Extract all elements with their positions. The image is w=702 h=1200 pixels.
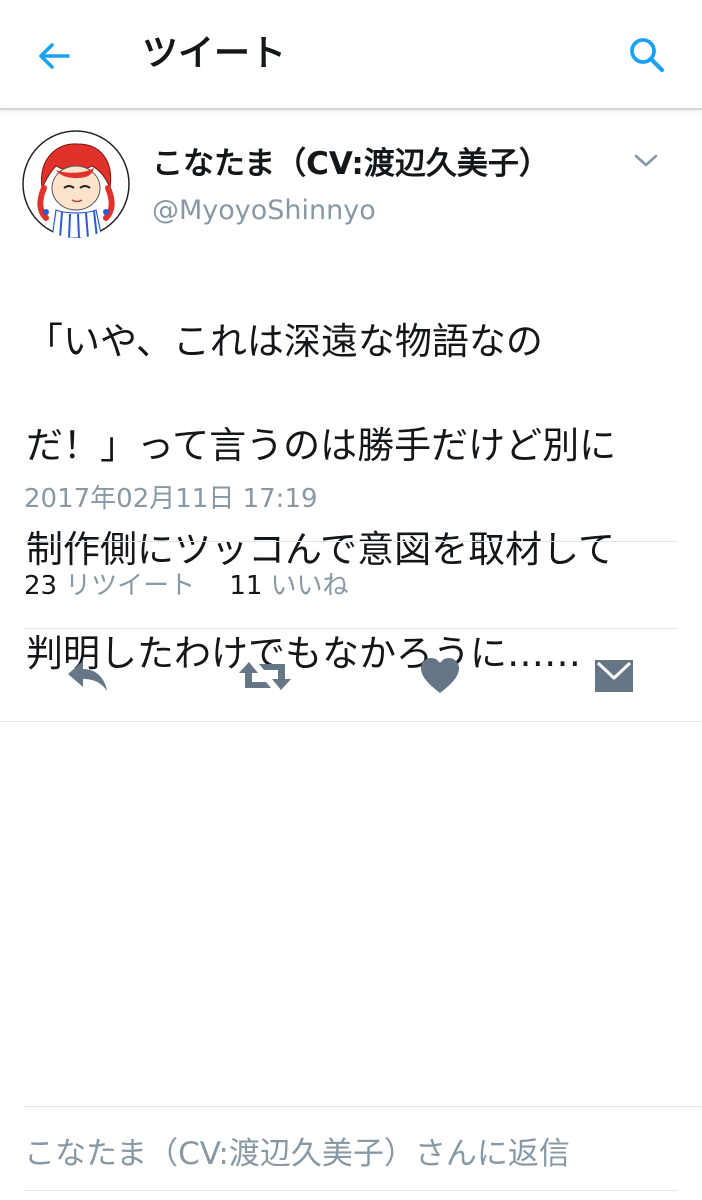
retweet-icon <box>239 662 291 690</box>
back-button[interactable] <box>34 36 74 76</box>
reply-button[interactable] <box>64 654 112 698</box>
direct-message-icon <box>595 660 633 692</box>
user-handle[interactable]: @MyoyoShinnyo <box>152 192 376 230</box>
reply-input[interactable]: こなたま（CV:渡辺久美子）さんに返信 <box>24 1132 570 1176</box>
engagement-stats: 23 リツイート 11 いいね <box>24 566 374 606</box>
direct-message-button[interactable] <box>590 654 638 698</box>
divider <box>24 628 678 629</box>
like-label: いいね <box>270 571 349 601</box>
avatar[interactable] <box>22 130 130 238</box>
like-count-group[interactable]: 11 いいね <box>229 571 374 601</box>
retweet-count-group[interactable]: 23 リツイート <box>24 571 229 601</box>
display-name[interactable]: こなたま（CV:渡辺久美子） <box>152 142 550 186</box>
tweet-timestamp: 2017年02月11日 17:19 <box>24 484 318 514</box>
avatar-illustration <box>22 130 130 238</box>
reply-icon <box>68 661 107 691</box>
back-arrow-icon <box>39 43 70 69</box>
page-title: ツイート <box>142 33 287 74</box>
tweet-text-line: 「いや、これは深遠な物語なの <box>26 320 543 363</box>
search-icon <box>630 38 665 73</box>
chevron-down-icon <box>634 154 658 167</box>
divider <box>24 541 678 542</box>
divider <box>24 1106 702 1107</box>
top-app-bar: ツイート <box>0 0 702 110</box>
search-button[interactable] <box>626 34 668 76</box>
tweet-text-line: だ！」って言うのは勝手だけど別に <box>26 424 617 467</box>
retweet-count: 23 <box>24 571 58 601</box>
divider <box>0 721 702 722</box>
like-count: 11 <box>229 571 263 601</box>
retweet-label: リツイート <box>65 571 196 601</box>
divider <box>24 1190 678 1191</box>
like-button[interactable] <box>416 654 464 698</box>
tweet-menu-button[interactable] <box>632 150 660 172</box>
retweet-button[interactable] <box>237 654 293 698</box>
like-icon <box>421 658 459 693</box>
tweet-text-line: 判明したわけでもなかろうに…… <box>26 632 581 675</box>
